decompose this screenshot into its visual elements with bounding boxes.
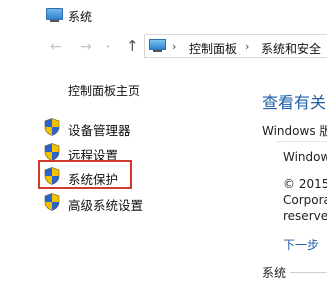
- breadcrumb-control-panel[interactable]: 控制面板: [189, 40, 237, 57]
- uac-shield-icon: [44, 143, 60, 161]
- uac-shield-icon: [44, 118, 60, 136]
- copyright-line: © 2015: [283, 177, 327, 191]
- breadcrumb-separator-icon[interactable]: ›: [245, 40, 249, 53]
- copyright-line: Corpora: [283, 193, 327, 207]
- recent-locations-chevron-icon[interactable]: ˅: [106, 43, 110, 57]
- copyright-line: reserved: [283, 209, 327, 223]
- page-heading: 查看有关: [262, 93, 327, 112]
- forward-arrow-icon[interactable]: →: [80, 40, 92, 54]
- title-bar: 系统: [0, 0, 327, 30]
- address-bar[interactable]: › 控制面板 › 系统和安全: [144, 34, 327, 58]
- breadcrumb-system-security[interactable]: 系统和安全: [261, 40, 321, 57]
- next-link[interactable]: 下一步: [283, 236, 319, 253]
- windows-edition-heading: Windows 版: [262, 124, 327, 138]
- back-arrow-icon[interactable]: ←: [50, 40, 62, 54]
- window-title: 系统: [68, 10, 93, 24]
- sidebar-item-label: 高级系统设置: [68, 198, 144, 213]
- section-divider: [290, 272, 327, 273]
- uac-shield-icon: [44, 193, 60, 211]
- control-panel-home-link[interactable]: 控制面板主页: [68, 82, 140, 99]
- sidebar-item-label: 设备管理器: [68, 123, 131, 138]
- breadcrumb-separator-icon[interactable]: ›: [172, 40, 176, 53]
- system-section-heading: 系统: [262, 266, 287, 280]
- edition-name: Window: [283, 150, 327, 164]
- section-divider: [276, 141, 327, 142]
- control-panel-icon: [149, 39, 166, 52]
- up-arrow-icon[interactable]: ↑: [126, 39, 139, 54]
- highlight-box: [38, 160, 132, 189]
- system-monitor-icon: [46, 8, 63, 22]
